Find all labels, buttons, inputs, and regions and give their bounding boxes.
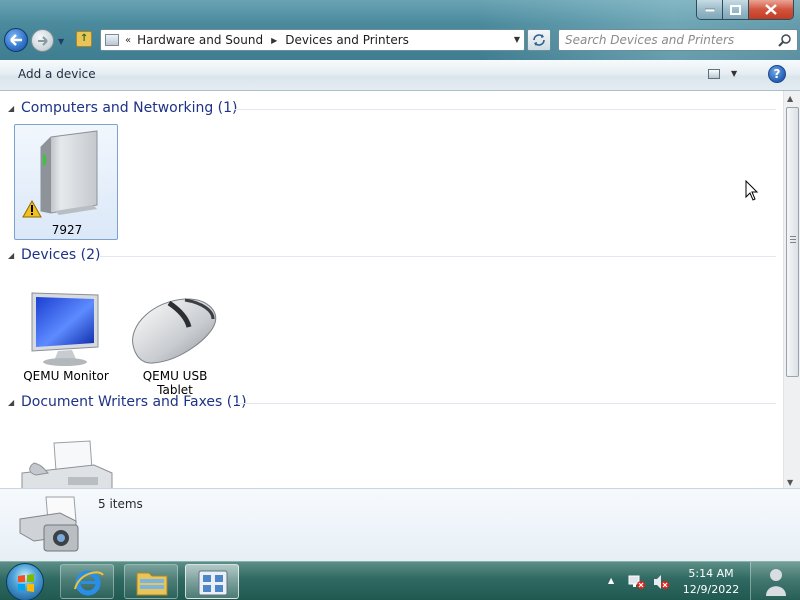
command-bar: Add a device ▼ (0, 60, 800, 91)
address-dropdown-icon[interactable]: ▼ (514, 35, 520, 44)
details-pane: 5 items (0, 488, 800, 561)
device-item-qemu-monitor[interactable]: QEMU Monitor (14, 289, 118, 385)
devices-and-printers-icon (198, 570, 228, 596)
taskbar-devices-and-printers[interactable] (185, 564, 239, 599)
minimize-icon (704, 8, 715, 12)
search-box[interactable] (558, 29, 798, 51)
search-input[interactable] (559, 30, 769, 50)
restore-icon (730, 4, 741, 15)
group-header-devices[interactable]: ◢ Devices (2) (8, 245, 100, 265)
device-label: QEMU Monitor (23, 369, 109, 383)
close-button[interactable] (749, 0, 793, 19)
forward-button[interactable] (31, 29, 54, 52)
help-button[interactable]: ? (768, 65, 786, 83)
internet-explorer-icon (74, 570, 104, 596)
mouse-icon (132, 298, 217, 364)
scroll-up-icon[interactable]: ▲ (787, 94, 793, 103)
start-button[interactable] (6, 563, 44, 600)
back-button[interactable] (4, 28, 28, 52)
refresh-icon (533, 34, 545, 46)
system-clock[interactable]: 5:14 AM 12/9/2022 (676, 566, 746, 598)
breadcrumb-devices-and-printers[interactable]: Devices and Printers (285, 33, 409, 47)
computer-tower-icon (22, 130, 98, 218)
mouse-pointer-icon (745, 180, 759, 201)
breadcrumb-hardware-and-sound[interactable]: Hardware and Sound (137, 33, 263, 47)
add-device-button[interactable]: Add a device (18, 67, 96, 81)
group-header-document-writers[interactable]: ◢ Document Writers and Faxes (1) (8, 392, 247, 412)
network-error-icon[interactable] (628, 574, 646, 590)
scroll-thumb[interactable] (786, 107, 799, 377)
window-titlebar: ▼ ↑ « Hardware and Sound ▶ Devices and P… (0, 0, 800, 60)
group-divider (234, 109, 776, 110)
collapse-triangle-icon[interactable]: ◢ (8, 251, 21, 260)
volume-muted-icon[interactable] (652, 574, 670, 590)
caption-buttons (696, 0, 794, 20)
user-icon (766, 569, 786, 596)
clock-date: 12/9/2022 (682, 583, 740, 596)
taskbar-internet-explorer[interactable] (60, 564, 114, 599)
device-item-fax[interactable] (14, 439, 118, 488)
collapse-triangle-icon[interactable]: ◢ (8, 104, 21, 113)
refresh-button[interactable] (527, 29, 551, 51)
breadcrumb-chevron[interactable]: « (125, 35, 131, 46)
address-bar[interactable]: « Hardware and Sound ▶ Devices and Print… (100, 29, 525, 51)
show-desktop-button[interactable] (750, 562, 800, 600)
control-panel-icon (105, 34, 119, 46)
group-title: Document Writers and Faxes (1) (21, 394, 247, 410)
item-count: 5 items (98, 497, 143, 511)
vertical-scrollbar[interactable]: ▲ ▼ (783, 91, 800, 488)
minimize-button[interactable] (697, 0, 723, 19)
grip-icon (790, 236, 796, 243)
close-icon (765, 4, 777, 15)
show-hidden-icons-button[interactable]: ▲ (608, 576, 614, 585)
fax-icon (21, 440, 113, 488)
scroll-down-icon[interactable]: ▼ (787, 478, 793, 487)
group-divider (100, 256, 776, 257)
monitor-icon (31, 292, 99, 366)
group-divider (236, 403, 776, 404)
device-label: 7927 (51, 223, 83, 237)
up-folder-button[interactable]: ↑ (76, 31, 92, 47)
device-item-7927[interactable]: 7927 (14, 124, 118, 240)
group-header-computers-networking[interactable]: ◢ Computers and Networking (1) (8, 98, 238, 118)
breadcrumb-arrow-icon[interactable]: ▶ (271, 36, 277, 45)
change-view-icon[interactable] (708, 69, 720, 79)
group-title: Devices (2) (21, 247, 101, 263)
taskbar-windows-explorer[interactable] (124, 564, 178, 599)
clock-time: 5:14 AM (688, 567, 734, 580)
back-arrow-icon (10, 34, 22, 46)
view-dropdown-icon[interactable]: ▼ (731, 69, 737, 78)
windows-logo-icon (18, 574, 34, 592)
taskbar: ▲ 5:14 AM 12/9/2022 (0, 561, 800, 600)
windows-explorer-icon (136, 572, 168, 596)
search-icon[interactable] (778, 33, 792, 47)
devices-printers-icon (19, 496, 79, 552)
forward-arrow-icon (37, 35, 48, 46)
up-arrow-icon: ↑ (80, 33, 89, 44)
group-title: Computers and Networking (1) (21, 100, 238, 116)
device-item-qemu-usb-tablet[interactable]: QEMU USB Tablet (123, 289, 227, 397)
devices-content-area: ◢ Computers and Networking (1) 7927 ◢ De… (0, 91, 800, 488)
maximize-button[interactable] (723, 0, 749, 19)
collapse-triangle-icon[interactable]: ◢ (8, 398, 21, 407)
recent-pages-button[interactable]: ▼ (58, 37, 64, 46)
